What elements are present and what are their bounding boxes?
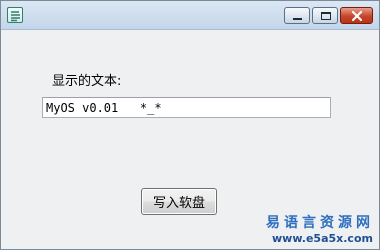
write-floppy-button[interactable]: 写入软盘 <box>141 188 217 215</box>
display-text-input[interactable] <box>42 97 331 118</box>
maximize-button[interactable] <box>312 7 338 24</box>
close-button[interactable] <box>340 7 373 24</box>
minimize-icon <box>293 18 302 20</box>
minimize-button[interactable] <box>284 7 310 24</box>
text-field-label: 显示的文本: <box>52 74 122 89</box>
maximize-icon <box>321 12 331 20</box>
title-bar[interactable] <box>1 1 379 30</box>
close-icon <box>351 10 363 22</box>
app-logo-icon[interactable] <box>7 7 23 23</box>
app-window: 显示的文本: 写入软盘 <box>0 0 380 250</box>
